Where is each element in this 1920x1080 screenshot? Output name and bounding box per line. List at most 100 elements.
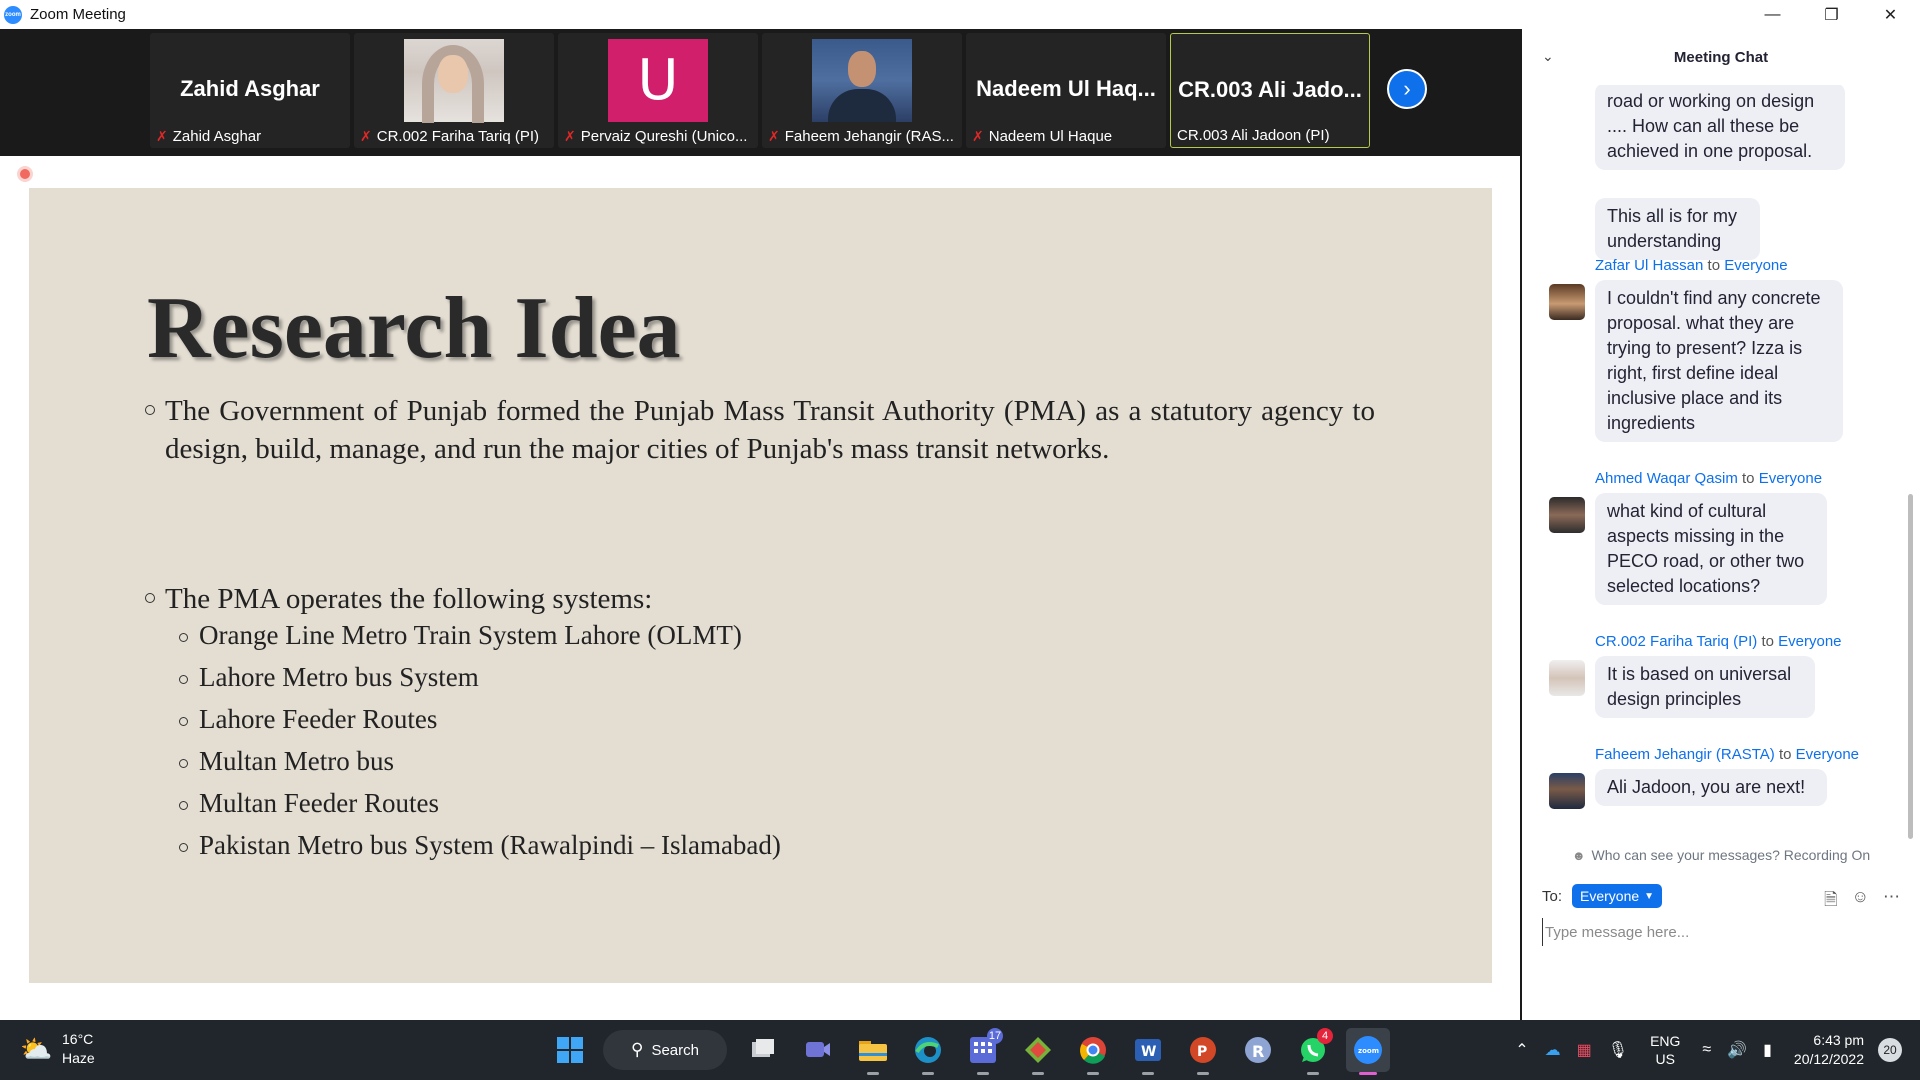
participant-label: ✗ Faheem Jehangir (RAS... [768, 128, 954, 145]
sub-bullet-text: Lahore Metro bus System [199, 662, 479, 692]
mic-muted-icon: ✗ [564, 128, 576, 144]
mic-muted-icon: ✗ [156, 128, 168, 144]
participant-tile[interactable]: ✗ CR.002 Fariha Tariq (PI) [354, 33, 554, 148]
bullet-icon [179, 675, 188, 684]
participant-label: ✗ Zahid Asghar [156, 128, 261, 145]
taskbar-search-button[interactable]: ⚲ Search [603, 1030, 727, 1070]
sub-bullet-text: Pakistan Metro bus System (Rawalpindi – … [199, 830, 781, 860]
minimize-button[interactable]: — [1743, 0, 1802, 29]
recipient-name: Everyone [1795, 746, 1860, 763]
participant-tile[interactable]: Zahid Asghar ✗ Zahid Asghar [150, 33, 350, 148]
chat-message: This all is for my understanding [1595, 198, 1760, 260]
chat-header: Meeting Chat [1673, 48, 1769, 66]
slide-bullet: The Government of Punjab formed the Punj… [145, 392, 1375, 468]
window-titlebar: zoom Zoom Meeting — ❐ ✕ [0, 0, 1920, 29]
volume-icon[interactable]: 🔊 [1727, 1040, 1747, 1060]
window-title: Zoom Meeting [30, 6, 126, 23]
bullet-icon [179, 717, 188, 726]
edge-browser-icon[interactable] [906, 1028, 950, 1075]
wifi-icon[interactable]: ≈ [1702, 1041, 1711, 1059]
lang-line1: ENG [1650, 1033, 1681, 1049]
bullet-icon [179, 633, 188, 642]
windows-taskbar: ⛅ 16°C Haze ⚲ Search 17 W P R 4 zoom ⌃ ☁ ▦… [0, 1020, 1920, 1080]
word-app-icon[interactable]: W [1126, 1028, 1170, 1075]
participant-tile-active-speaker[interactable]: CR.003 Ali Jado... CR.003 Ali Jadoon (PI… [1170, 33, 1370, 148]
sender-name[interactable]: Faheem Jehangir (RASTA) [1595, 746, 1775, 763]
slide-bullet: The PMA operates the following systems: [145, 580, 1375, 618]
onedrive-cloud-icon[interactable]: ☁ [1545, 1040, 1561, 1060]
participant-label: ✗ Nadeem Ul Haque [972, 128, 1112, 145]
close-button[interactable]: ✕ [1861, 0, 1920, 29]
system-tray: ⌃ ☁ ▦ 🎙 ENG US ≈ 🔊 ▮ 6:43 pm 20/12/2022 20 [1507, 1026, 1902, 1074]
r-language-icon[interactable]: R [1236, 1028, 1280, 1072]
message-input[interactable] [1542, 918, 1902, 946]
calendar-badge: 17 [987, 1028, 1003, 1044]
file-explorer-icon[interactable] [851, 1028, 895, 1075]
chat-sender-line: Faheem Jehangir (RASTA) to Everyone [1595, 746, 1859, 763]
participant-video [812, 39, 912, 122]
chat-message: what kind of cultural aspects missing in… [1595, 493, 1827, 605]
emoji-icon[interactable]: ☺ [1852, 887, 1869, 916]
svg-text:W: W [1141, 1044, 1156, 1060]
search-label: Search [651, 1041, 699, 1059]
mic-muted-icon: ✗ [768, 128, 780, 144]
chat-privacy-notice[interactable]: ☻ Who can see your messages? Recording On [1522, 840, 1920, 870]
gis-app-icon[interactable] [1016, 1028, 1060, 1075]
privacy-text: Who can see your messages? Recording On [1591, 847, 1871, 863]
file-icon[interactable]: 🗎 [1824, 887, 1838, 916]
slide-sub-bullet: Lahore Feeder Routes [179, 704, 437, 735]
participant-name: Pervaiz Qureshi (Unico... [580, 128, 748, 145]
next-page-arrow-icon[interactable]: › [1387, 69, 1427, 109]
slide-sub-bullet: Lahore Metro bus System [179, 662, 479, 693]
clock-date: 20/12/2022 [1793, 1051, 1864, 1067]
chevron-up-icon[interactable]: ⌃ [1515, 1040, 1528, 1060]
chrome-browser-icon[interactable] [1071, 1028, 1115, 1075]
weather-desc: Haze [62, 1050, 95, 1066]
start-windows-icon[interactable] [548, 1028, 592, 1072]
chat-scrollbar[interactable] [1908, 494, 1913, 839]
slide-sub-bullet: Pakistan Metro bus System (Rawalpindi – … [179, 830, 781, 861]
task-view-icon[interactable] [741, 1028, 785, 1072]
slide-title: Research Idea [147, 280, 681, 377]
sender-name[interactable]: Ahmed Waqar Qasim [1595, 470, 1738, 487]
participant-display-name: CR.003 Ali Jado... [1178, 77, 1362, 102]
participant-name: CR.002 Fariha Tariq (PI) [376, 128, 540, 145]
app-tray-icon[interactable]: ▦ [1577, 1040, 1592, 1060]
recipient-name: Everyone [1758, 470, 1823, 487]
zoom-taskbar-icon[interactable]: zoom [1346, 1028, 1390, 1075]
participant-video [404, 39, 504, 123]
bullet-text: The Government of Punjab formed the Punj… [165, 395, 1375, 465]
whatsapp-icon[interactable]: 4 [1291, 1028, 1335, 1075]
sender-name[interactable]: CR.002 Fariha Tariq (PI) [1595, 633, 1757, 650]
clock[interactable]: 6:43 pm 20/12/2022 [1794, 1031, 1864, 1069]
chat-sender-line: Ahmed Waqar Qasim to Everyone [1595, 470, 1822, 487]
participant-display-name: Zahid Asghar [180, 76, 320, 101]
participant-tile[interactable]: U ✗ Pervaiz Qureshi (Unico... [558, 33, 758, 148]
language-indicator[interactable]: ENG US [1650, 1032, 1680, 1068]
bullet-icon [179, 843, 188, 852]
weather-widget[interactable]: ⛅ 16°C Haze [20, 1030, 95, 1068]
notification-badge[interactable]: 20 [1878, 1038, 1902, 1062]
sender-avatar [1549, 660, 1585, 696]
sub-bullet-text: Orange Line Metro Train System Lahore (O… [199, 620, 742, 650]
sender-avatar [1549, 497, 1585, 533]
more-icon[interactable]: ⋯ [1883, 887, 1900, 916]
participant-tile[interactable]: Nadeem Ul Haq... ✗ Nadeem Ul Haque [966, 33, 1166, 148]
battery-icon[interactable]: ▮ [1763, 1040, 1772, 1060]
sender-name[interactable]: Zafar Ul Hassan [1595, 257, 1703, 274]
to-word: to [1742, 470, 1755, 487]
restore-button[interactable]: ❐ [1802, 0, 1861, 29]
microphone-icon[interactable]: 🎙 [1608, 1040, 1628, 1060]
chat-message-list[interactable]: road or working on design .... How can a… [1522, 85, 1920, 840]
recipient-name: Everyone [1778, 633, 1842, 650]
recipient-dropdown[interactable]: Everyone ▼ [1572, 884, 1663, 908]
calendar-app-icon[interactable]: 17 [961, 1028, 1005, 1075]
clock-time: 6:43 pm [1813, 1032, 1864, 1048]
powerpoint-app-icon[interactable]: P [1181, 1028, 1225, 1075]
sub-bullet-text: Multan Metro bus [199, 746, 394, 776]
participant-tile[interactable]: ✗ Faheem Jehangir (RAS... [762, 33, 962, 148]
teams-chat-icon[interactable] [796, 1028, 840, 1072]
bullet-icon [145, 593, 155, 603]
recording-indicator-icon[interactable] [17, 166, 33, 182]
svg-text:P: P [1197, 1044, 1207, 1060]
